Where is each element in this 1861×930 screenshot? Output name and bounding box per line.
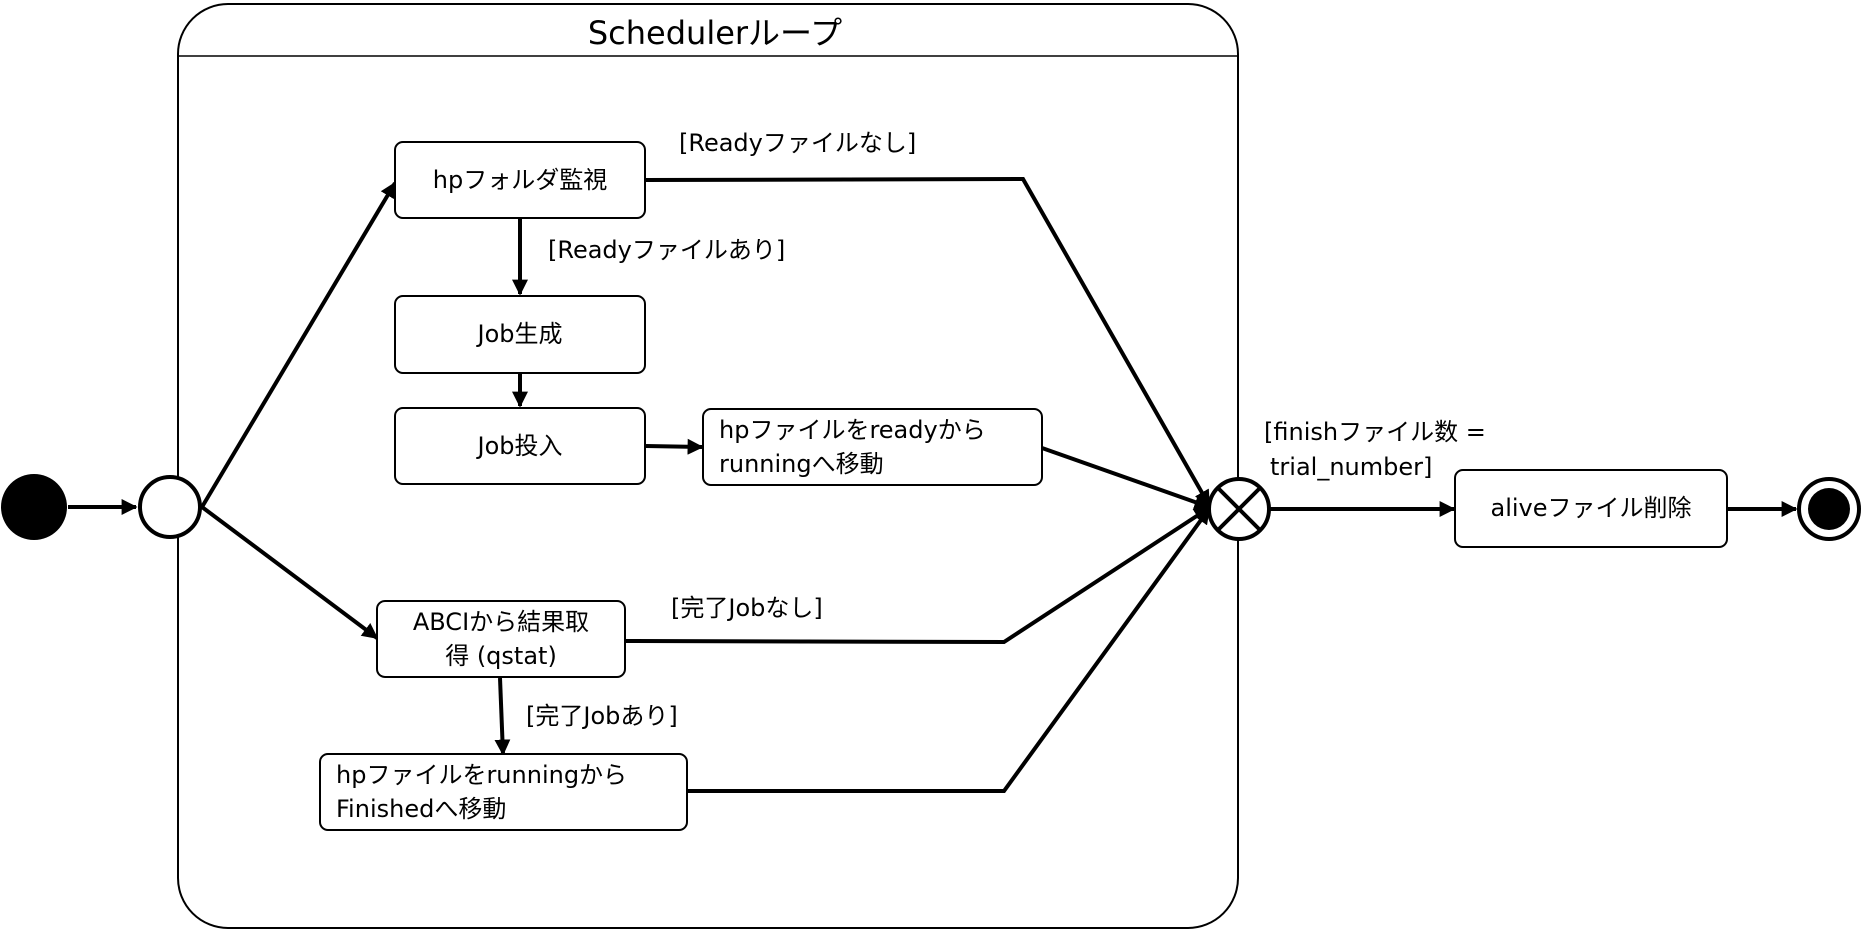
action-label: aliveファイル削除	[1490, 494, 1691, 522]
action-job-submit: Job投入	[394, 407, 646, 485]
action-alive-file-delete: aliveファイル削除	[1454, 469, 1728, 548]
action-label: Job投入	[476, 432, 563, 460]
action-move-to-running: hpファイルをreadyから runningへ移動	[702, 408, 1043, 486]
fork-node	[138, 475, 202, 539]
action-label: hpフォルダ監視	[433, 166, 607, 194]
guard-done-none: [完了Jobなし]	[671, 594, 823, 622]
action-hp-folder-watch: hpフォルダ監視	[394, 141, 646, 219]
guard-finish-count-line2: trial_number]	[1270, 453, 1432, 481]
edge-job-submit-to-move-running	[645, 438, 704, 455]
guard-done-exists: [完了Jobあり]	[526, 702, 678, 730]
activity-final-node	[1797, 477, 1861, 541]
action-label-line1: ABCIから結果取	[413, 608, 589, 636]
guard-finish-count-line1: [finishファイル数 =	[1264, 418, 1486, 446]
action-label-line2: 得 (qstat)	[445, 642, 557, 670]
action-label: Job生成	[476, 320, 563, 348]
action-label-line1: hpファイルをreadyから	[719, 416, 986, 444]
action-move-to-finished: hpファイルをrunningから Finishedへ移動	[319, 753, 688, 831]
action-abci-fetch-results: ABCIから結果取 得 (qstat)	[376, 600, 626, 678]
action-label-line2: Finishedへ移動	[336, 795, 506, 823]
action-label-line1: hpファイルをrunningから	[336, 761, 627, 789]
flow-final-node	[1207, 477, 1271, 541]
initial-node	[1, 474, 67, 540]
guard-ready-exists: [Readyファイルあり]	[548, 236, 785, 264]
guard-ready-none: [Readyファイルなし]	[679, 129, 916, 157]
action-job-create: Job生成	[394, 295, 646, 374]
action-label-line2: runningへ移動	[719, 450, 884, 478]
activity-diagram: Schedulerループ hpフォルダ監視 Job生成 Job投入 hpファイル…	[1, 3, 1861, 929]
container-title: Schedulerループ	[588, 14, 842, 52]
